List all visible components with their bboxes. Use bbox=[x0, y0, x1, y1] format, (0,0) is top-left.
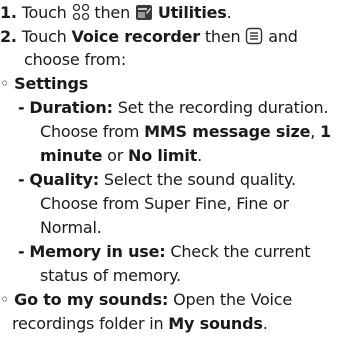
step-2-then: then bbox=[204, 27, 241, 46]
step-2-and: and bbox=[268, 27, 298, 46]
step-1: 1. Touch then Utilities. bbox=[0, 1, 232, 25]
period: . bbox=[197, 146, 203, 165]
step-1-number: 1. bbox=[0, 3, 17, 22]
duration-label: Duration: bbox=[29, 98, 113, 117]
quality-line-3: Normal. bbox=[40, 216, 102, 240]
dash-marker: - bbox=[18, 98, 25, 117]
sounds-line-2: recordings folder in My sounds. bbox=[12, 312, 268, 336]
sounds-bullet: ◦ Go to my sounds: Open the Voice bbox=[0, 288, 292, 312]
go-to-sounds-label: Go to my sounds: bbox=[14, 290, 169, 309]
one-minute-option-a: 1 bbox=[320, 122, 331, 141]
instructions-document: 1. Touch then Utilities. 2. Touch Voice … bbox=[0, 0, 351, 337]
my-sounds-label: My sounds bbox=[168, 314, 263, 333]
step-1-end: . bbox=[226, 3, 232, 22]
menu-grid-icon bbox=[72, 3, 90, 21]
settings-label: Settings bbox=[14, 74, 89, 93]
utilities-icon bbox=[135, 3, 153, 21]
quality-text-3: Normal. bbox=[40, 218, 102, 237]
step-2-touch: Touch bbox=[21, 27, 67, 46]
settings-bullet: ◦ Settings bbox=[0, 72, 88, 96]
sounds-text-1: Open the Voice bbox=[173, 290, 293, 309]
quality-label: Quality: bbox=[29, 170, 99, 189]
quality-item: - Quality: Select the sound quality. bbox=[18, 168, 296, 192]
memory-text-1: Check the current bbox=[170, 242, 311, 261]
or-text: or bbox=[107, 146, 124, 165]
utilities-label: Utilities bbox=[157, 3, 227, 22]
step-2: 2. Touch Voice recorder then and bbox=[0, 25, 298, 49]
period: . bbox=[262, 314, 268, 333]
memory-line-2: status of memory. bbox=[40, 264, 181, 288]
quality-line-2: Choose from Super Fine, Fine or bbox=[40, 192, 289, 216]
dash-marker: - bbox=[18, 242, 25, 261]
sounds-text-2: recordings folder in bbox=[12, 314, 164, 333]
quality-text-2: Choose from Super Fine, Fine or bbox=[40, 194, 289, 213]
duration-item: - Duration: Set the recording duration. bbox=[18, 96, 329, 120]
step-1-touch: Touch bbox=[21, 3, 67, 22]
memory-label: Memory in use: bbox=[29, 242, 166, 261]
quality-text-1: Select the sound quality. bbox=[103, 170, 296, 189]
one-minute-option-b: minute bbox=[40, 146, 103, 165]
step-1-then: then bbox=[94, 3, 131, 22]
bullet-marker: ◦ bbox=[0, 74, 10, 93]
step-2-number: 2. bbox=[0, 27, 17, 46]
bullet-marker: ◦ bbox=[0, 290, 10, 309]
choose-from-text: choose from: bbox=[24, 50, 127, 69]
duration-text-1: Set the recording duration. bbox=[117, 98, 329, 117]
memory-item: - Memory in use: Check the current bbox=[18, 240, 311, 264]
duration-line-2: Choose from MMS message size, 1 bbox=[40, 120, 331, 144]
duration-line-3: minute or No limit. bbox=[40, 144, 202, 168]
mms-size-option: MMS message size bbox=[144, 122, 311, 141]
step-2-continuation: choose from: bbox=[24, 48, 126, 72]
no-limit-option: No limit bbox=[128, 146, 198, 165]
voice-recorder-label: Voice recorder bbox=[71, 27, 201, 46]
duration-choose: Choose from bbox=[40, 122, 140, 141]
options-menu-icon bbox=[245, 27, 263, 45]
comma: , bbox=[310, 122, 316, 141]
dash-marker: - bbox=[18, 170, 25, 189]
memory-text-2: status of memory. bbox=[40, 266, 182, 285]
